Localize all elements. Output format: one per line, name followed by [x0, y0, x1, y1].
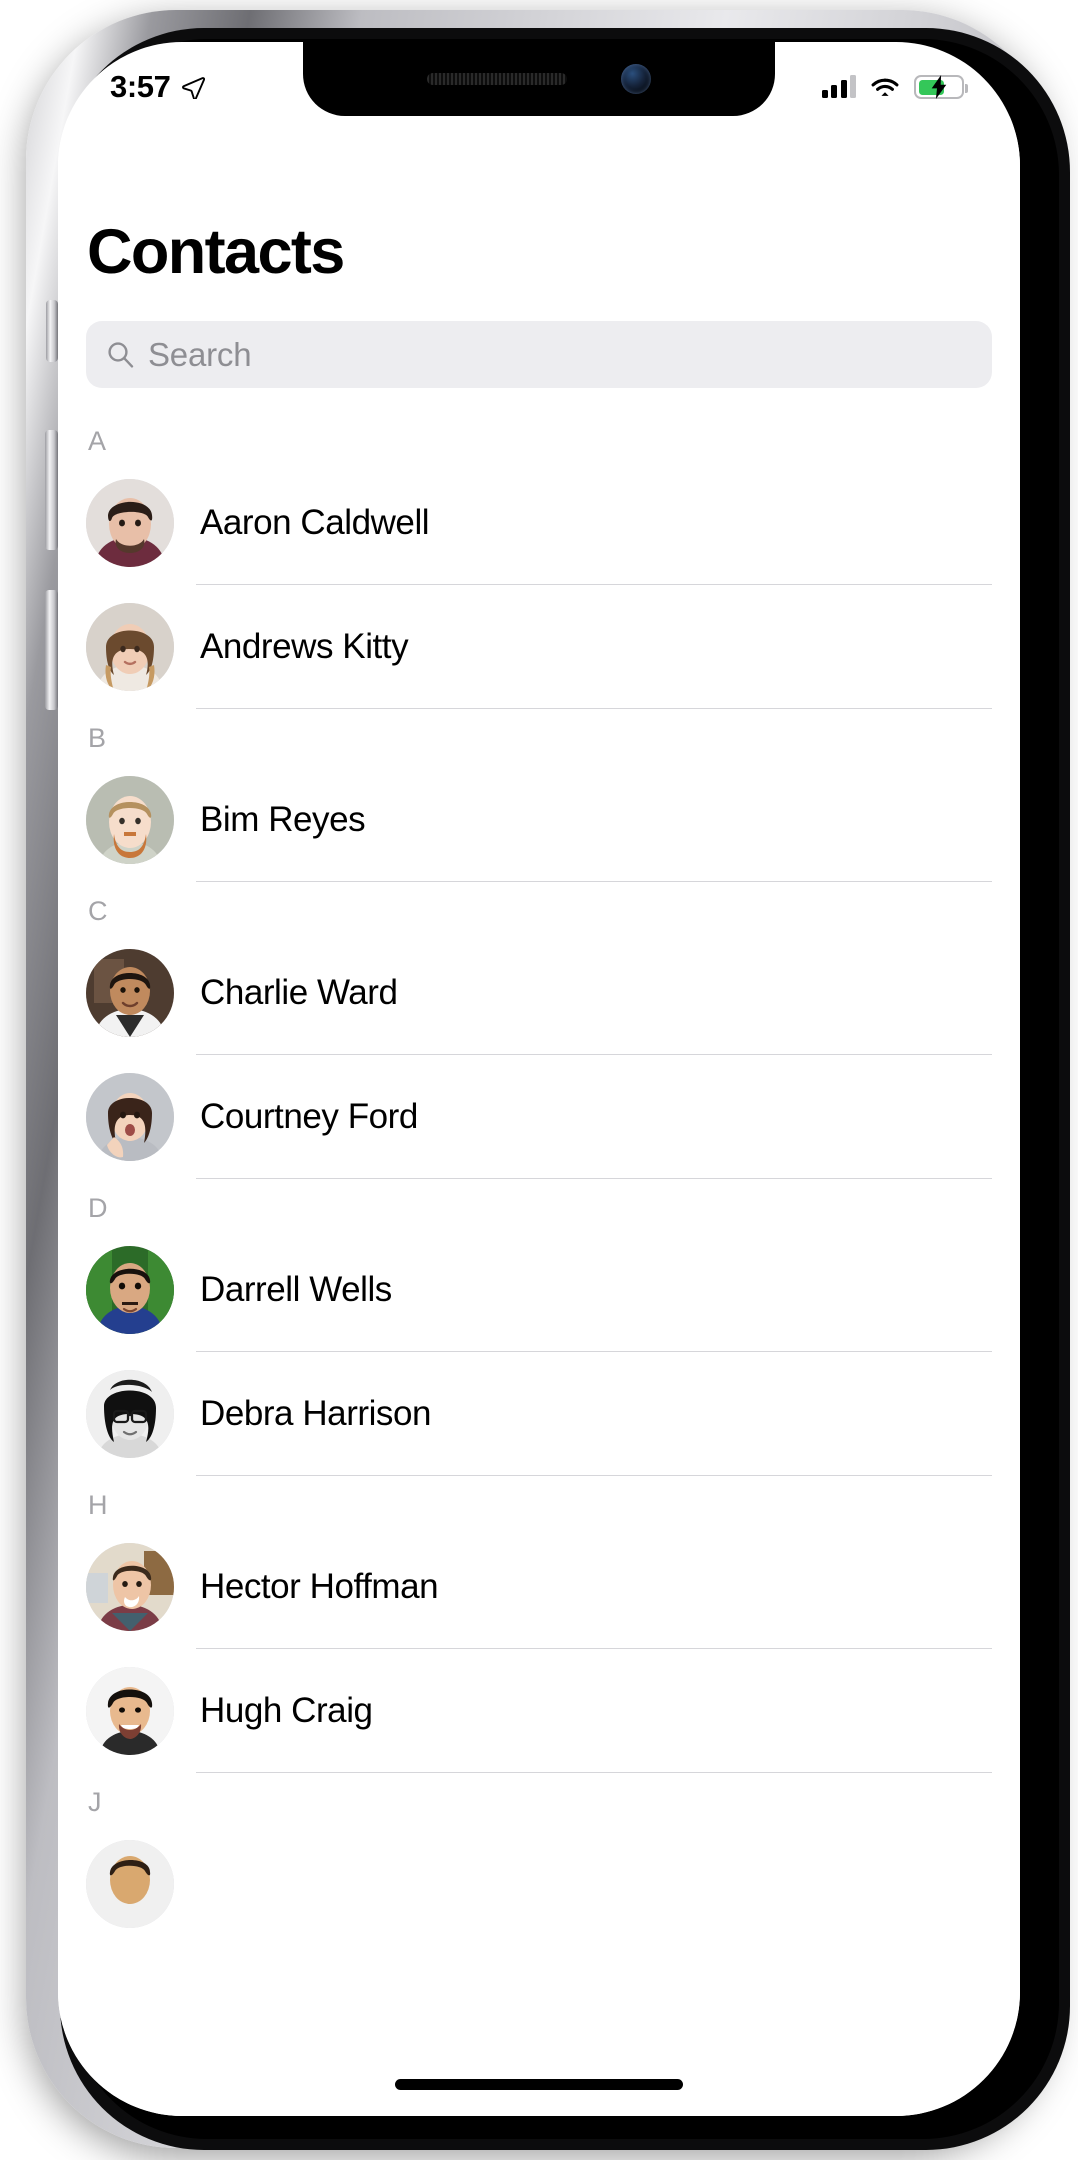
- avatar: [86, 1246, 174, 1335]
- page-title: Contacts: [87, 217, 345, 287]
- avatar: [86, 1543, 174, 1632]
- status-bar: 3:57: [58, 42, 1020, 116]
- contact-name: Hugh Craig: [200, 1691, 373, 1731]
- avatar: [86, 479, 174, 568]
- contacts-list[interactable]: A Aaron Caldwell Andrews Kitty B Bim Rey…: [86, 412, 992, 1946]
- section-header-j: J: [88, 1787, 102, 1818]
- status-bar-left: 3:57: [110, 53, 206, 105]
- row-divider: [196, 1178, 992, 1180]
- search-input[interactable]: Search: [86, 321, 992, 389]
- search-placeholder: Search: [148, 335, 252, 373]
- search-icon: [108, 342, 134, 368]
- row-divider: [196, 708, 992, 710]
- contact-name: Debra Harrison: [200, 1394, 432, 1434]
- avatar: [86, 1667, 174, 1756]
- contact-name: Darrell Wells: [200, 1270, 392, 1310]
- row-divider: [196, 1475, 992, 1477]
- location-arrow-icon: [182, 77, 206, 99]
- avatar: [86, 1073, 174, 1162]
- contact-name: Courtney Ford: [200, 1097, 418, 1137]
- section-header-d: D: [88, 1193, 108, 1224]
- battery-charging-icon: [914, 75, 968, 99]
- charging-bolt-icon: [931, 75, 947, 99]
- device-stage: 3:57 Contacts Search A Aaron Caldwell An…: [0, 0, 1078, 2160]
- list-item[interactable]: Bim Reyes: [86, 758, 992, 883]
- section-header-h: H: [88, 1490, 108, 1521]
- home-indicator-bar[interactable]: [395, 2079, 683, 2090]
- contact-name: Hector Hoffman: [200, 1567, 439, 1607]
- phone-screen: 3:57 Contacts Search A Aaron Caldwell An…: [58, 42, 1020, 2116]
- list-item[interactable]: Debra Harrison: [86, 1352, 992, 1477]
- list-item[interactable]: Aaron Caldwell: [86, 461, 992, 586]
- row-divider: [196, 881, 992, 883]
- contact-name: Aaron Caldwell: [200, 503, 430, 543]
- status-bar-right: [821, 59, 968, 99]
- contact-name: Andrews Kitty: [200, 627, 409, 667]
- avatar: [86, 1370, 174, 1459]
- section-header-b: B: [88, 723, 107, 754]
- row-divider: [196, 1772, 992, 1774]
- mute-switch-button[interactable]: [46, 300, 58, 362]
- list-item[interactable]: Hugh Craig: [86, 1649, 992, 1774]
- status-time: 3:57: [110, 69, 171, 104]
- wifi-icon: [871, 78, 899, 96]
- avatar: [86, 949, 174, 1038]
- volume-down-button[interactable]: [45, 590, 58, 710]
- list-item[interactable]: Hector Hoffman: [86, 1525, 992, 1650]
- list-item[interactable]: Darrell Wells: [86, 1228, 992, 1353]
- list-item[interactable]: [86, 1822, 992, 1946]
- list-item[interactable]: Charlie Ward: [86, 931, 992, 1056]
- avatar: [86, 776, 174, 865]
- avatar: [86, 1840, 174, 1929]
- volume-up-button[interactable]: [45, 430, 58, 550]
- section-header-c: C: [88, 896, 108, 927]
- list-item[interactable]: Andrews Kitty: [86, 585, 992, 710]
- cellular-signal-icon: [821, 75, 856, 98]
- list-item[interactable]: Courtney Ford: [86, 1055, 992, 1180]
- section-header-a: A: [88, 426, 107, 457]
- avatar: [86, 603, 174, 692]
- contact-name: Bim Reyes: [200, 800, 366, 840]
- contact-name: Charlie Ward: [200, 973, 398, 1013]
- contacts-app: Contacts Search A Aaron Caldwell Andrews…: [58, 116, 1020, 2116]
